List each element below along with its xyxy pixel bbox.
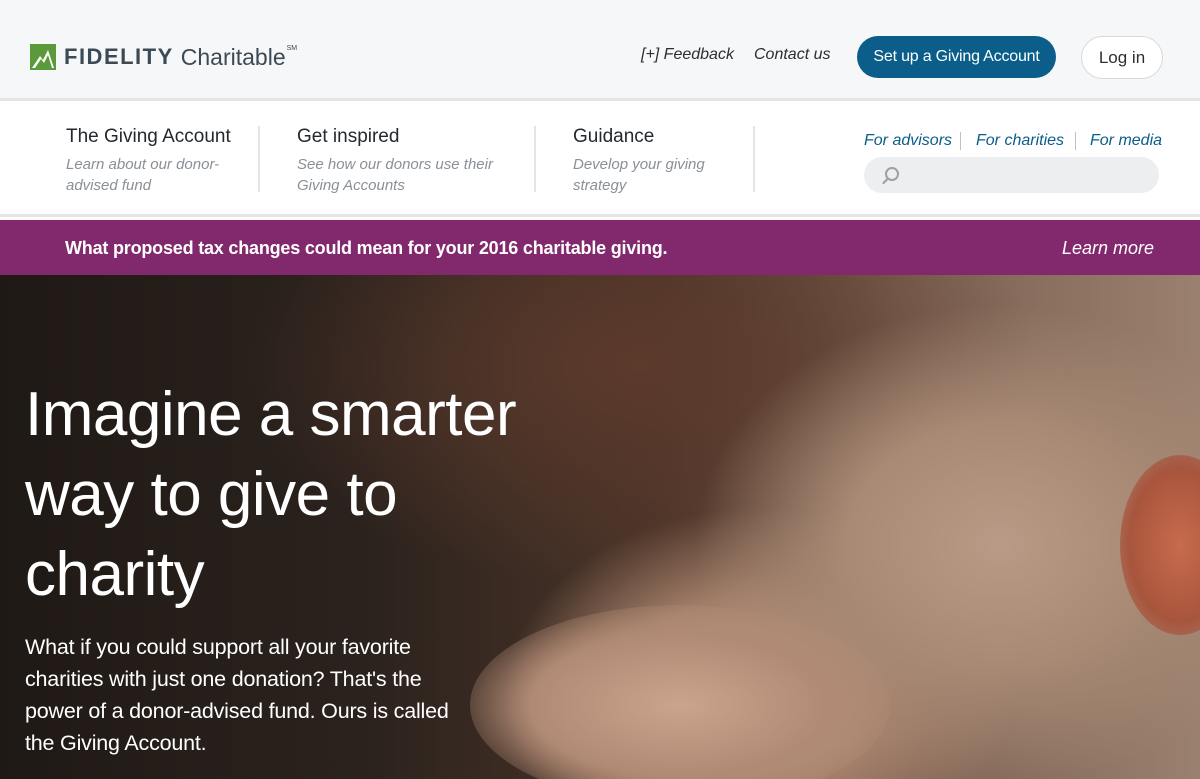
- logo-service-mark: SM: [286, 44, 298, 52]
- hero-body: What if you could support all your favor…: [25, 635, 449, 755]
- nav-divider: [534, 126, 536, 192]
- feedback-link[interactable]: [+] Feedback: [641, 46, 734, 64]
- nav-item-title: Get inspired: [297, 126, 400, 147]
- hero-section: Imagine a smarter way to give to charity…: [0, 275, 1200, 779]
- hero-title: Imagine a smarter way to give to charity: [25, 380, 517, 609]
- for-media-link[interactable]: For media: [1090, 132, 1162, 150]
- site-header: FIDELITY Charitable SM [+] Feedback Cont…: [0, 0, 1200, 101]
- for-advisors-link[interactable]: For advisors: [864, 132, 952, 150]
- nav-item-subtitle: Develop your giving strategy: [573, 156, 705, 194]
- announcement-banner: What proposed tax changes could mean for…: [0, 220, 1200, 275]
- logo-word-charitable: Charitable: [180, 43, 286, 70]
- hero-image-detail: [470, 605, 890, 779]
- nav-item-subtitle: Learn about our donor-advised fund: [66, 156, 220, 194]
- nav-item-title: The Giving Account: [66, 126, 231, 147]
- hero-image-detail: [1120, 455, 1200, 635]
- audience-divider: [1075, 132, 1076, 150]
- banner-text: What proposed tax changes could mean for…: [65, 238, 668, 258]
- for-charities-link[interactable]: For charities: [976, 132, 1064, 150]
- nav-item-guidance[interactable]: Guidance Develop your giving strategy: [573, 126, 723, 194]
- nav-item-subtitle: See how our donors use their Giving Acco…: [297, 156, 493, 194]
- nav-divider: [753, 126, 755, 192]
- nav-divider: [258, 126, 260, 192]
- setup-giving-account-button[interactable]: Set up a Giving Account: [857, 36, 1056, 78]
- nav-item-title: Guidance: [573, 126, 655, 147]
- contact-us-link[interactable]: Contact us: [754, 46, 830, 64]
- nav-item-get-inspired[interactable]: Get inspired See how our donors use thei…: [297, 126, 507, 194]
- search-input[interactable]: [864, 157, 1159, 193]
- search-icon: [882, 167, 899, 185]
- learn-more-link[interactable]: Learn more: [1062, 238, 1154, 259]
- nav-item-giving-account[interactable]: The Giving Account Learn about our donor…: [66, 126, 231, 194]
- audience-divider: [960, 132, 961, 150]
- logo-word-fidelity: FIDELITY: [64, 44, 174, 69]
- fidelity-charitable-logo[interactable]: FIDELITY Charitable SM: [30, 42, 297, 72]
- login-button[interactable]: Log in: [1081, 36, 1163, 79]
- main-nav: The Giving Account Learn about our donor…: [0, 104, 1200, 217]
- logo-leaf-icon: [30, 44, 56, 70]
